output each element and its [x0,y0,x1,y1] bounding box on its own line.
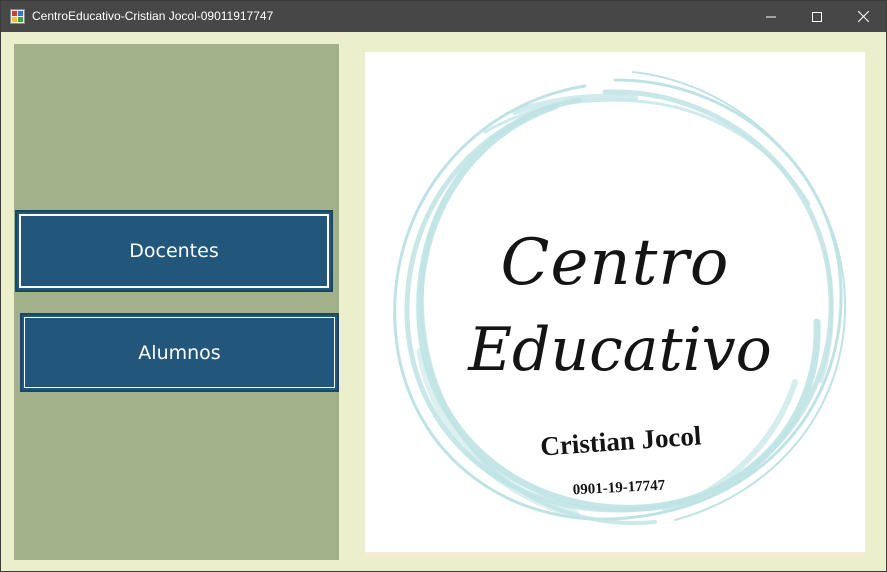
app-window: CentroEducativo-Cristian Jocol-090119177… [0,0,887,572]
docentes-button-label: Docentes [129,240,219,262]
logo-code: 0901-19-17747 [572,478,666,499]
client-area: Docentes Alumnos Centro Educativo Cristi… [1,32,886,571]
minimize-icon [766,16,776,17]
sidebar-panel: Docentes Alumnos [14,44,339,560]
docentes-button[interactable]: Docentes [15,210,333,292]
logo-name: Cristian Jocol [539,420,702,461]
minimize-button[interactable] [748,1,794,32]
logo-title-line2: Educativo [467,315,772,385]
logo-frame-edge [365,552,865,556]
maximize-icon [812,11,822,22]
logo-graphic: Centro Educativo Cristian Jocol 0901-19-… [393,71,847,525]
window-title: CentroEducativo-Cristian Jocol-090119177… [32,9,274,23]
logo-image: Centro Educativo Cristian Jocol 0901-19-… [365,52,865,552]
alumnos-button[interactable]: Alumnos [20,313,339,392]
logo-title-line1: Centro [501,226,730,300]
title-bar[interactable]: CentroEducativo-Cristian Jocol-090119177… [1,1,886,32]
maximize-button[interactable] [794,1,840,32]
close-button[interactable] [840,1,886,32]
app-icon [10,9,25,24]
alumnos-button-label: Alumnos [138,341,221,364]
close-icon [857,11,869,22]
